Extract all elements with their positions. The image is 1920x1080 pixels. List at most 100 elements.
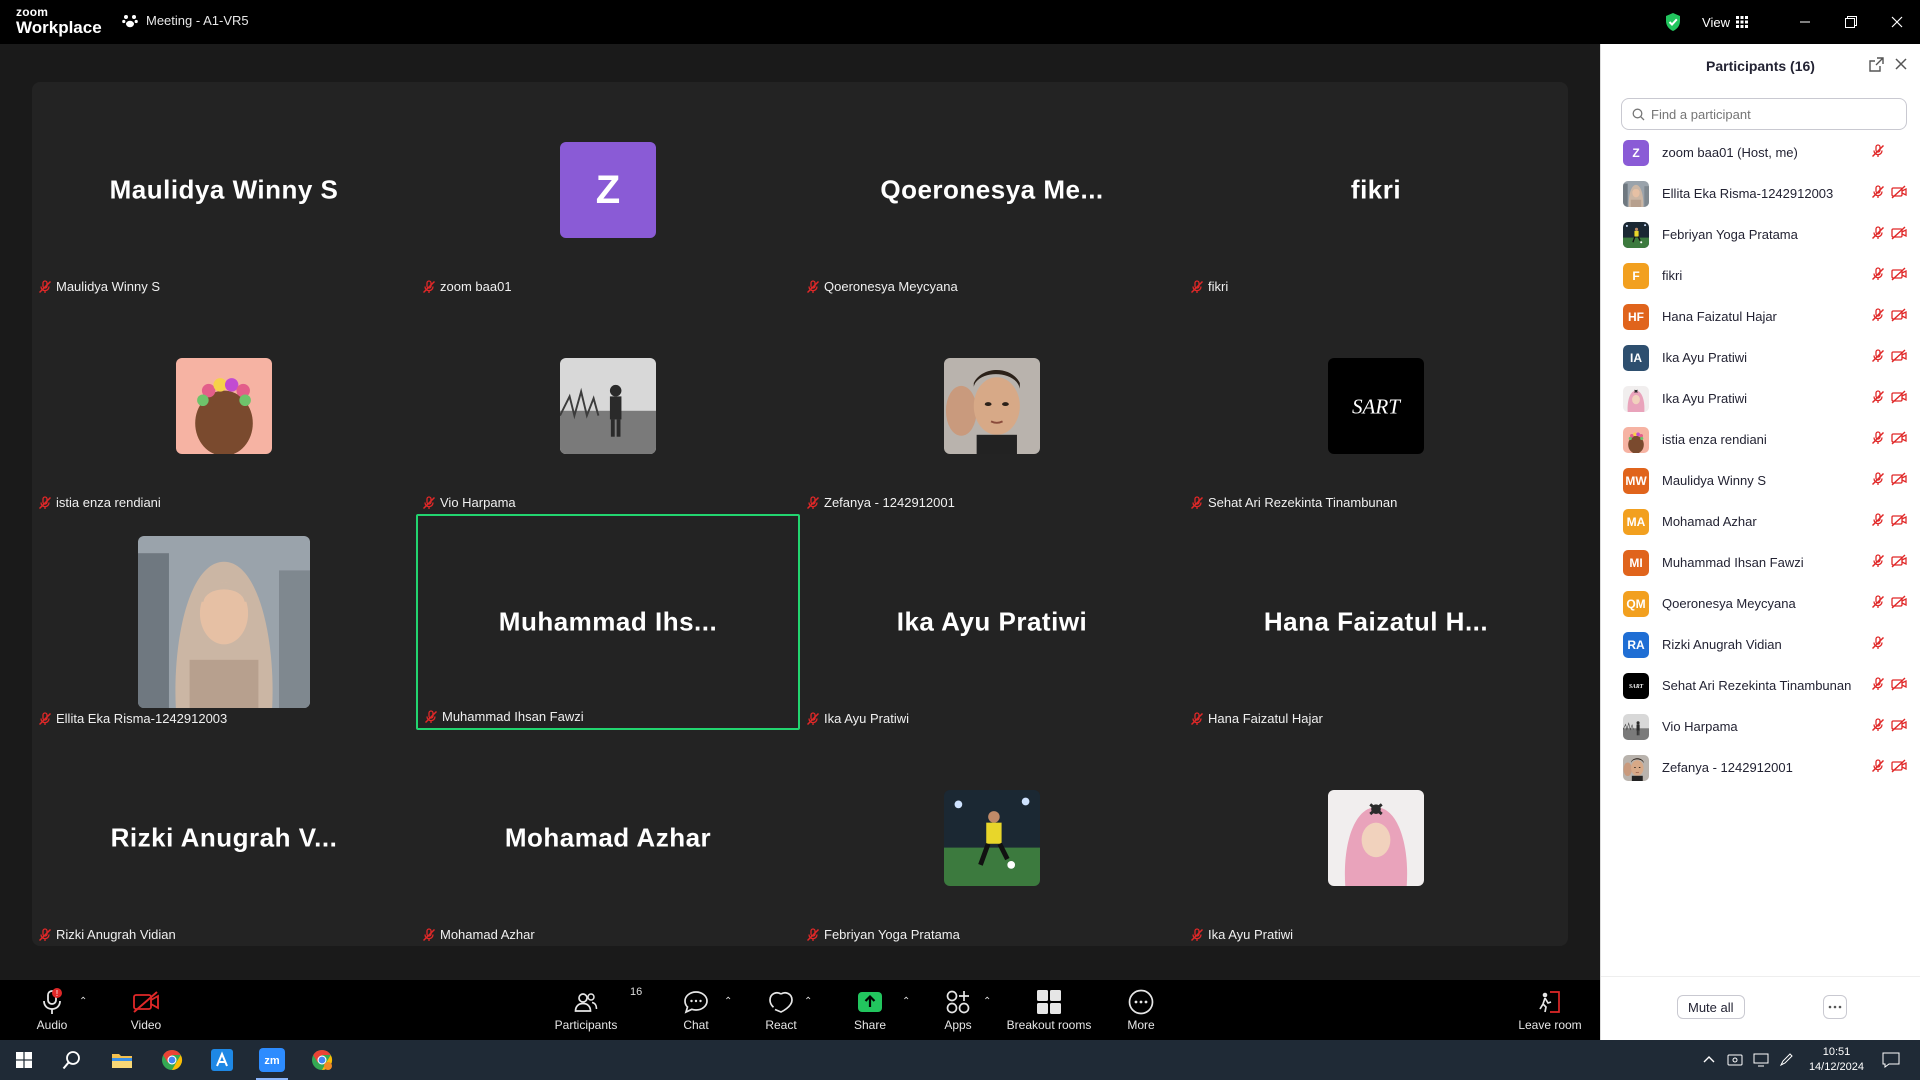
share-button[interactable]: Share: [850, 980, 890, 1040]
mic-muted-icon: [1871, 718, 1885, 732]
chat-button[interactable]: Chat: [676, 980, 716, 1040]
notification-icon[interactable]: [1882, 1052, 1900, 1068]
mic-muted-icon: [1871, 308, 1885, 322]
participant-row[interactable]: SART Sehat Ari Rezekinta Tinambunan: [1601, 665, 1920, 706]
video-off-icon: [1891, 267, 1907, 281]
start-button[interactable]: [0, 1040, 48, 1080]
apps-icon: [946, 990, 970, 1014]
mic-muted-icon: [1871, 185, 1885, 199]
participant-row[interactable]: MA Mohamad Azhar: [1601, 501, 1920, 542]
security-shield-icon[interactable]: [1664, 12, 1682, 32]
participant-row[interactable]: Ellita Eka Risma-1242912003: [1601, 173, 1920, 214]
close-panel-icon[interactable]: [1894, 57, 1908, 71]
audio-button[interactable]: ! Audio: [30, 980, 74, 1040]
face-portrait-photo: [1623, 754, 1649, 781]
participant-row[interactable]: IA Ika Ayu Pratiwi: [1601, 337, 1920, 378]
more-button[interactable]: More: [1121, 980, 1161, 1040]
participants-button[interactable]: 16 Participants: [546, 980, 643, 1040]
participant-row[interactable]: MI Muhammad Ihsan Fawzi: [1601, 542, 1920, 583]
tile-name-label: Ellita Eka Risma-1242912003: [38, 711, 227, 726]
video-tile[interactable]: Rizki Anugrah V... Rizki Anugrah Vidian: [32, 730, 416, 946]
breakout-rooms-icon: [1037, 990, 1061, 1014]
participant-avatar: MI: [1623, 549, 1649, 576]
tile-name-text: Sehat Ari Rezekinta Tinambunan: [1208, 495, 1398, 510]
mic-muted-icon: [38, 711, 52, 725]
participant-row[interactable]: RA Rizki Anugrah Vidian: [1601, 624, 1920, 665]
participant-name: Maulidya Winny S: [1662, 473, 1767, 488]
participant-row[interactable]: Zzoom baa01 (Host, me): [1601, 132, 1920, 173]
taskbar-search-icon: [62, 1051, 80, 1070]
breakout-rooms-button[interactable]: Breakout rooms: [1003, 980, 1095, 1040]
zoom-taskbar-button[interactable]: zm: [248, 1040, 296, 1080]
mic-muted-icon: [1871, 554, 1885, 568]
video-tile[interactable]: Zzoom baa01: [416, 82, 800, 298]
react-options-caret[interactable]: ⌃: [804, 996, 812, 1007]
heart-react-icon: [769, 991, 793, 1013]
participant-search[interactable]: [1621, 98, 1907, 130]
pink-hijab-photo: [1623, 385, 1649, 412]
video-tile[interactable]: Vio Harpama: [416, 298, 800, 514]
tile-name-label: istia enza rendiani: [38, 495, 161, 510]
mic-muted-icon: [1871, 595, 1885, 609]
participant-row[interactable]: QM Qoeronesya Meycyana: [1601, 583, 1920, 624]
pop-out-icon[interactable]: [1869, 57, 1884, 72]
video-tile[interactable]: Ika Ayu Pratiwi: [1184, 730, 1568, 946]
video-tile[interactable]: Febriyan Yoga Pratama: [800, 730, 1184, 946]
view-button[interactable]: View: [1702, 15, 1748, 30]
clock[interactable]: 10:51 14/12/2024: [1809, 1045, 1864, 1075]
panel-more-button[interactable]: [1823, 995, 1847, 1019]
video-tile[interactable]: SART Sehat Ari Rezekinta Tinambunan: [1184, 298, 1568, 514]
file-explorer-button[interactable]: [98, 1040, 146, 1080]
video-tile[interactable]: Hana Faizatul H... Hana Faizatul Hajar: [1184, 514, 1568, 730]
participant-status-icons: [1871, 144, 1907, 158]
participant-row[interactable]: Vio Harpama: [1601, 706, 1920, 747]
meet-now-icon[interactable]: [1727, 1053, 1743, 1067]
video-tile[interactable]: istia enza rendiani: [32, 298, 416, 514]
restore-button[interactable]: [1828, 0, 1874, 44]
audio-options-caret[interactable]: ⌃: [79, 996, 87, 1007]
participant-row[interactable]: Ika Ayu Pratiwi: [1601, 378, 1920, 419]
video-tile[interactable]: fikri fikri: [1184, 82, 1568, 298]
search-taskbar-button[interactable]: [48, 1040, 96, 1080]
video-tile[interactable]: Maulidya Winny S Maulidya Winny S: [32, 82, 416, 298]
apps-options-caret[interactable]: ⌃: [983, 996, 991, 1007]
search-input[interactable]: [1651, 106, 1891, 122]
participant-row[interactable]: MW Maulidya Winny S: [1601, 460, 1920, 501]
chrome-icon: [162, 1049, 183, 1071]
tile-name-text: Qoeronesya Meycyana: [824, 279, 958, 294]
video-tile[interactable]: Ellita Eka Risma-1242912003: [32, 514, 416, 730]
chat-options-caret[interactable]: ⌃: [724, 996, 732, 1007]
chat-label: Chat: [683, 1018, 709, 1032]
participant-row[interactable]: Febriyan Yoga Pratama: [1601, 214, 1920, 255]
pen-icon[interactable]: [1779, 1053, 1795, 1067]
tile-name-label: Vio Harpama: [422, 495, 516, 510]
network-icon[interactable]: [1753, 1053, 1769, 1067]
video-tile[interactable]: Muhammad Ihs... Muhammad Ihsan Fawzi: [416, 514, 800, 730]
apps-button[interactable]: Apps: [940, 980, 976, 1040]
participant-name: Zefanya - 1242912001: [1662, 760, 1793, 775]
minimize-button[interactable]: [1782, 0, 1828, 44]
clock-date: 14/12/2024: [1808, 1061, 1864, 1073]
participant-status-icons: [1871, 636, 1907, 650]
video-tile[interactable]: Qoeronesya Me... Qoeronesya Meycyana: [800, 82, 1184, 298]
participant-avatar: F: [1623, 262, 1649, 289]
share-options-caret[interactable]: ⌃: [902, 996, 910, 1007]
close-window-button[interactable]: [1874, 0, 1920, 44]
video-button[interactable]: Video: [124, 980, 168, 1040]
tile-name-label: zoom baa01: [422, 279, 512, 294]
participant-row[interactable]: Zefanya - 1242912001: [1601, 747, 1920, 788]
video-tile[interactable]: Ika Ayu Pratiwi Ika Ayu Pratiwi: [800, 514, 1184, 730]
chrome-profile-button[interactable]: [298, 1040, 346, 1080]
azure-app-button[interactable]: [198, 1040, 246, 1080]
video-tile[interactable]: Mohamad Azhar Mohamad Azhar: [416, 730, 800, 946]
tile-display-name: Muhammad Ihs...: [498, 606, 718, 637]
participant-row[interactable]: istia enza rendiani: [1601, 419, 1920, 460]
video-tile[interactable]: Zefanya - 1242912001: [800, 298, 1184, 514]
participant-row[interactable]: HF Hana Faizatul Hajar: [1601, 296, 1920, 337]
mute-all-button[interactable]: Mute all: [1677, 995, 1745, 1019]
participant-row[interactable]: Ffikri: [1601, 255, 1920, 296]
tray-chevron-icon[interactable]: [1703, 1055, 1715, 1065]
leave-room-button[interactable]: Leave room: [1514, 980, 1586, 1040]
react-button[interactable]: React: [761, 980, 801, 1040]
chrome-button[interactable]: [148, 1040, 196, 1080]
